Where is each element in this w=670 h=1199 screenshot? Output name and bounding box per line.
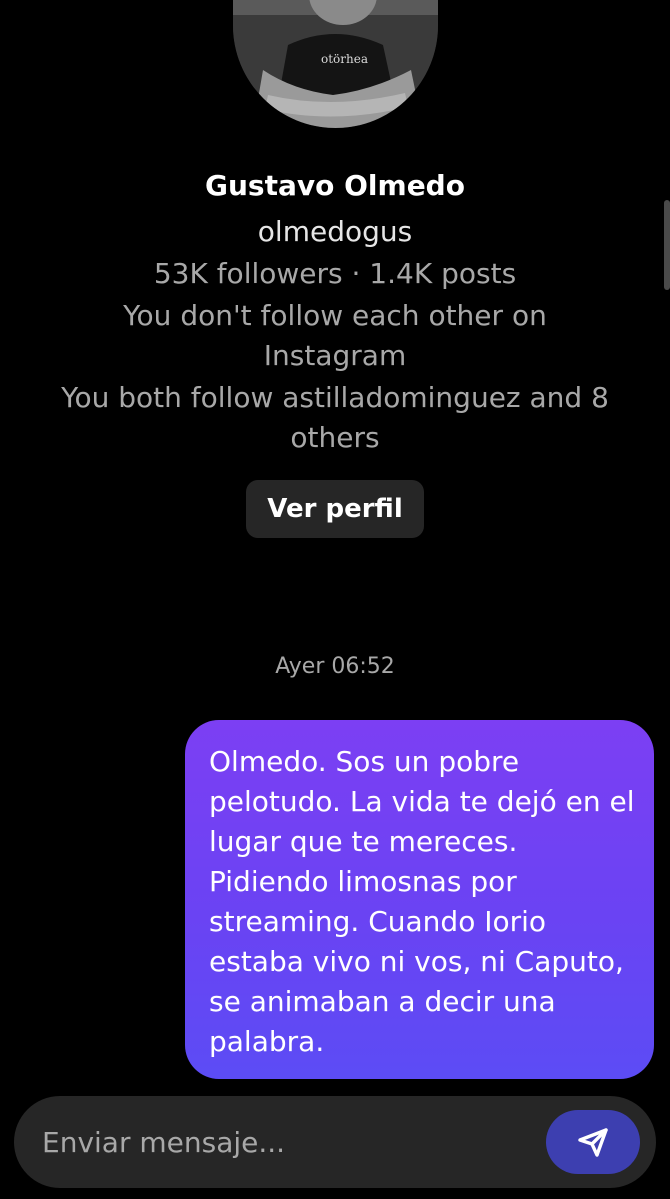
profile-name: Gustavo Olmedo — [205, 169, 465, 202]
scrollbar[interactable] — [664, 200, 670, 290]
profile-username: olmedogus — [257, 215, 413, 248]
message-input[interactable] — [42, 1096, 522, 1188]
sent-message-bubble[interactable]: Olmedo. Sos un pobre pelotudo. La vida t… — [185, 720, 654, 1079]
profile-avatar[interactable]: otörhea — [233, 0, 438, 128]
follow-status-text: You don't follow each other on Instagram — [123, 299, 547, 372]
svg-text:otörhea: otörhea — [321, 52, 368, 66]
send-icon — [578, 1128, 608, 1157]
mutual-followers-text: You both follow astilladominguez and 8 o… — [61, 381, 609, 454]
profile-stats: 53K followers · 1.4K posts — [153, 257, 517, 290]
message-text: Olmedo. Sos un pobre pelotudo. La vida t… — [209, 745, 635, 1058]
message-composer — [14, 1096, 656, 1188]
message-timestamp: Ayer 06:52 — [275, 654, 395, 679]
view-profile-button[interactable]: Ver perfil — [246, 480, 424, 538]
send-button[interactable] — [546, 1110, 640, 1174]
